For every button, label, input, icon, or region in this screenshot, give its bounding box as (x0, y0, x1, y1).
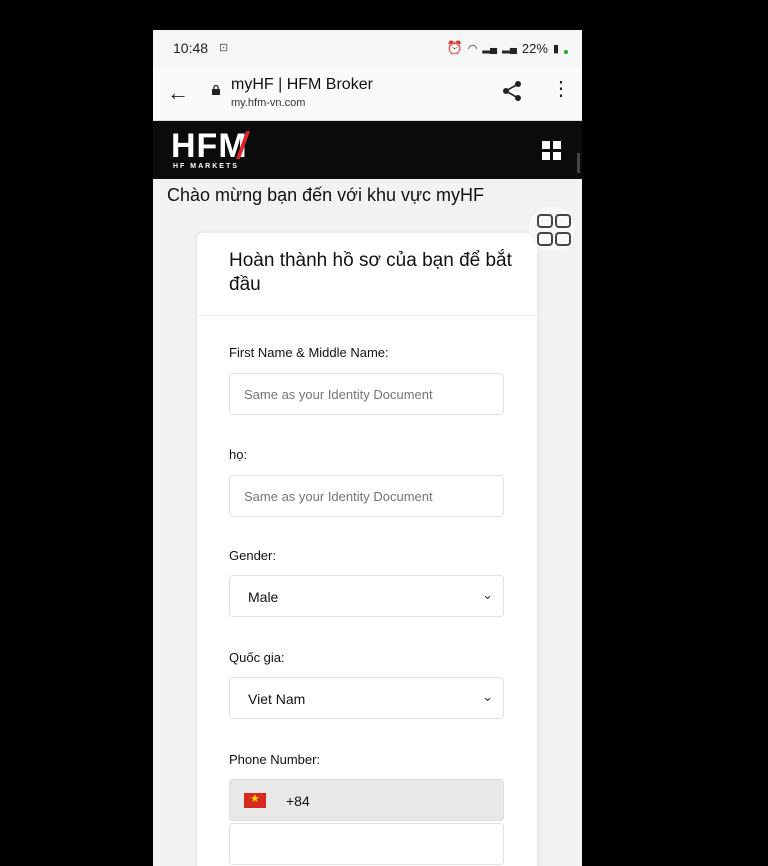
status-icons: ⏰ ◠ ▂▄ ▂▄ 22% ▮ (447, 40, 568, 56)
chevron-down-icon: ⌄ (482, 587, 493, 602)
country-code-select[interactable]: +84 (229, 779, 504, 821)
logo-subtitle: HF MARKETS (173, 163, 239, 170)
phone-screen: 10:48 ⊡ ⏰ ◠ ▂▄ ▂▄ 22% ▮ ← myHF | HFM Bro… (153, 30, 582, 866)
screenshot-icon: ⊡ (219, 42, 229, 54)
country-label: Quốc gia: (229, 650, 285, 665)
alarm-icon: ⏰ (446, 40, 463, 55)
signal-icon: ▂▄ (482, 42, 498, 54)
wifi-icon: ◠ (467, 42, 478, 55)
profile-card: Hoàn thành hồ sơ của bạn để bắt đầu Firs… (197, 233, 537, 866)
phone-number-input[interactable] (229, 823, 504, 865)
last-name-input[interactable] (229, 475, 504, 517)
card-title: Hoàn thành hồ sơ của bạn để bắt đầu (229, 250, 512, 295)
status-bar: 10:48 ⊡ ⏰ ◠ ▂▄ ▂▄ 22% ▮ (153, 30, 582, 68)
status-dot (564, 50, 568, 54)
hfm-logo[interactable]: HFM (171, 127, 248, 166)
welcome-text: Chào mừng bạn đến với khu vực myHF (167, 185, 485, 205)
brand-header: HFM HF MARKETS (153, 121, 582, 179)
gender-select[interactable]: Male ⌄ (229, 575, 504, 617)
vietnam-flag-icon (244, 792, 266, 808)
first-name-input[interactable] (229, 373, 504, 415)
status-time: 10:48 (173, 40, 209, 56)
phone-label: Phone Number: (229, 752, 321, 767)
battery-icon: ▮ (552, 42, 559, 55)
lock-icon (212, 85, 220, 95)
divider (197, 315, 537, 316)
page-title: myHF | HFM Broker (231, 76, 373, 93)
browser-bar: ← myHF | HFM Broker my.hfm-vn.com ⋮ (153, 68, 582, 121)
battery-percent: 22% (521, 40, 548, 56)
signal-icon-2: ▂▄ (502, 42, 517, 54)
country-code: +84 (286, 793, 310, 809)
gender-value: Male (248, 589, 279, 605)
page-url[interactable]: my.hfm-vn.com (231, 97, 305, 109)
last-name-label: họ: (229, 447, 248, 462)
chevron-down-icon: ⌄ (482, 689, 493, 704)
more-vertical-icon[interactable]: ⋮ (551, 79, 571, 99)
country-value: Viet Nam (248, 691, 306, 707)
menu-grid-icon[interactable] (542, 141, 562, 161)
gender-label: Gender: (229, 548, 276, 563)
share-icon[interactable] (501, 80, 523, 102)
scrollbar (577, 153, 580, 173)
back-arrow-icon[interactable]: ← (167, 80, 189, 106)
apps-grid-button[interactable] (529, 206, 575, 252)
first-name-label: First Name & Middle Name: (229, 345, 389, 360)
country-select[interactable]: Viet Nam ⌄ (229, 677, 504, 719)
